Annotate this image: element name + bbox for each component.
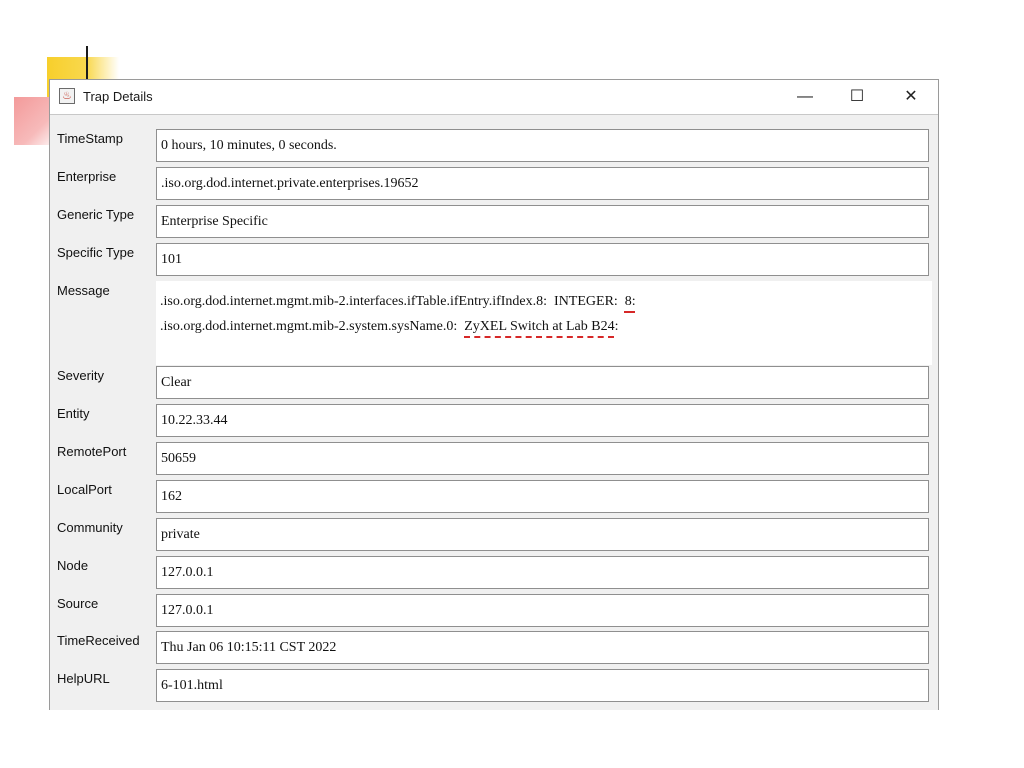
source-label: Source [57,596,99,611]
message-textarea[interactable]: .iso.org.dod.internet.mgmt.mib-2.interfa… [156,281,932,365]
title-bar[interactable]: ♨ Trap Details — ☐ ✕ [50,80,938,114]
specific-type-field[interactable]: 101 [156,243,929,276]
remote-port-field[interactable]: 50659 [156,442,929,475]
window-title: Trap Details [83,89,153,104]
trap-details-window: ♨ Trap Details — ☐ ✕ TimeStamp 0 hours, … [49,79,939,710]
remote-port-label: RemotePort [57,444,127,459]
minimize-button[interactable]: — [782,80,828,114]
help-url-field[interactable]: 6-101.html [156,669,929,702]
message-line-2-suffix: : [614,319,619,334]
message-line-1: .iso.org.dod.internet.mgmt.mib-2.interfa… [160,289,932,314]
close-button[interactable]: ✕ [888,80,934,114]
java-cup-icon: ♨ [59,88,75,104]
local-port-label: LocalPort [57,482,112,497]
entity-label: Entity [57,406,90,421]
node-label: Node [57,558,89,573]
message-line-2-text: .iso.org.dod.internet.mgmt.mib-2.system.… [160,319,465,334]
generic-type-label: Generic Type [57,207,135,222]
trap-details-form: TimeStamp 0 hours, 10 minutes, 0 seconds… [50,114,938,710]
message-line-1-highlight: 8: [624,294,636,309]
local-port-field[interactable]: 162 [156,480,929,513]
time-received-field[interactable]: Thu Jan 06 10:15:11 CST 2022 [156,631,929,664]
message-line-2-highlight: ZyXEL Switch at Lab B24 [464,319,615,334]
specific-type-label: Specific Type [57,245,135,260]
entity-field[interactable]: 10.22.33.44 [156,404,929,437]
community-label: Community [57,520,123,535]
message-line-2: .iso.org.dod.internet.mgmt.mib-2.system.… [160,314,932,339]
maximize-button[interactable]: ☐ [834,80,880,114]
message-line-1-text: .iso.org.dod.internet.mgmt.mib-2.interfa… [160,294,625,309]
severity-field[interactable]: Clear [156,366,929,399]
message-label: Message [57,283,110,298]
severity-label: Severity [57,368,104,383]
timestamp-field[interactable]: 0 hours, 10 minutes, 0 seconds. [156,129,929,162]
timestamp-label: TimeStamp [57,131,123,146]
enterprise-label: Enterprise [57,169,117,184]
help-url-label: HelpURL [57,671,110,686]
community-field[interactable]: private [156,518,929,551]
node-field[interactable]: 127.0.0.1 [156,556,929,589]
generic-type-field[interactable]: Enterprise Specific [156,205,929,238]
enterprise-field[interactable]: .iso.org.dod.internet.private.enterprise… [156,167,929,200]
source-field[interactable]: 127.0.0.1 [156,594,929,627]
time-received-label: TimeReceived [57,633,140,648]
